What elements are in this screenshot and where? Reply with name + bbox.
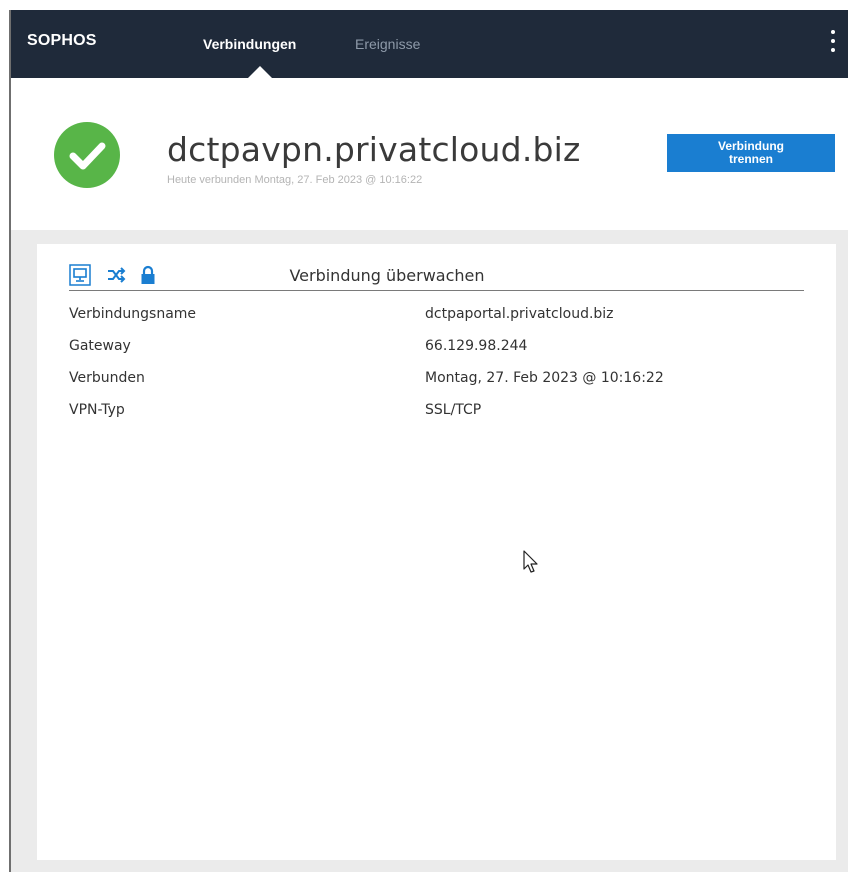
disconnect-button-label: Verbindung trennen: [718, 139, 784, 166]
connection-header: dctpavpn.privatcloud.biz Heute verbunden…: [11, 78, 848, 230]
detail-row-gateway: Gateway 66.129.98.244: [69, 338, 804, 370]
monitor-icon[interactable]: [69, 264, 91, 286]
top-strip: [0, 0, 848, 10]
connected-since-text: Heute verbunden Montag, 27. Feb 2023 @ 1…: [167, 174, 423, 186]
shuffle-icon[interactable]: [105, 264, 127, 286]
connection-hostname: dctpavpn.privatcloud.biz: [167, 130, 581, 169]
tab-verbindungen[interactable]: Verbindungen: [203, 36, 296, 52]
top-navbar: SOPHOS Verbindungen Ereignisse: [11, 10, 848, 78]
detail-value: SSL/TCP: [425, 402, 482, 418]
detail-row-vpn-type: VPN-Typ SSL/TCP: [69, 402, 804, 434]
detail-value: 66.129.98.244: [425, 338, 528, 354]
detail-row-connection-name: Verbindungsname dctpaportal.privatcloud.…: [69, 306, 804, 338]
detail-label: Verbunden: [69, 370, 145, 386]
mouse-pointer-icon: [523, 550, 539, 579]
disconnect-button[interactable]: Verbindung trennen: [667, 134, 835, 172]
sophos-connect-window: SOPHOS Verbindungen Ereignisse dctpavpn.…: [9, 10, 848, 872]
detail-label: Verbindungsname: [69, 306, 197, 322]
panel-divider: [69, 290, 804, 291]
detail-label: Gateway: [69, 338, 131, 354]
connection-details: Verbindungsname dctpaportal.privatcloud.…: [69, 306, 804, 434]
detail-value: dctpaportal.privatcloud.biz: [425, 306, 614, 322]
lock-icon[interactable]: [137, 264, 159, 286]
panel-toolbar: [69, 264, 179, 288]
detail-label: VPN-Typ: [69, 402, 125, 418]
monitor-panel: Verbindung überwachen Verbindungsname dc…: [37, 244, 836, 860]
detail-value: Montag, 27. Feb 2023 @ 10:16:22: [425, 370, 664, 386]
detail-row-connected: Verbunden Montag, 27. Feb 2023 @ 10:16:2…: [69, 370, 804, 402]
tab-ereignisse[interactable]: Ereignisse: [355, 36, 420, 52]
panel-title: Verbindung überwachen: [289, 266, 485, 285]
active-tab-indicator: [248, 66, 272, 78]
sophos-logo: SOPHOS: [27, 32, 97, 49]
check-circle-icon: [54, 122, 120, 188]
more-vertical-icon[interactable]: [828, 30, 838, 58]
